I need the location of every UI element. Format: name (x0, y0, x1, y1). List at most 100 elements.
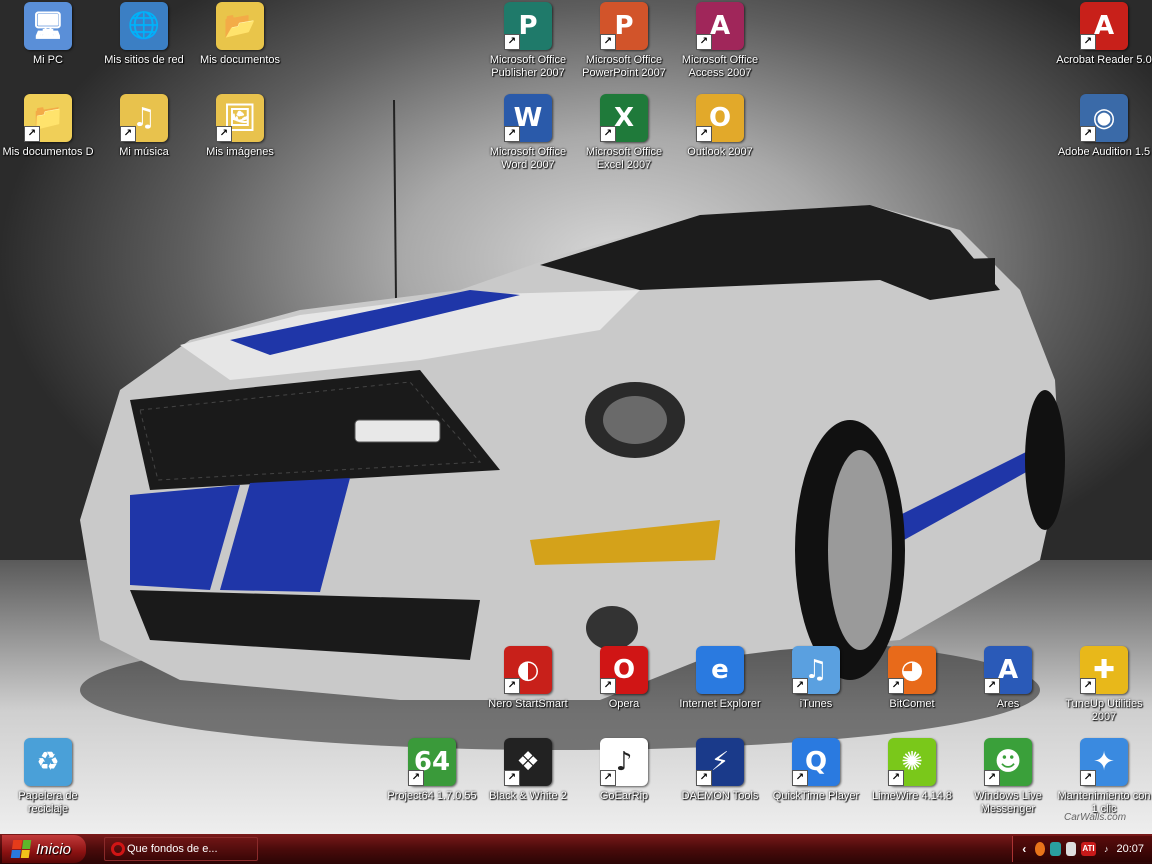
desktop-icon-label: Microsoft Office Publisher 2007 (489, 54, 567, 79)
desktop-icon-acrobat[interactable]: A ↗ Acrobat Reader 5.0 (1056, 2, 1152, 92)
ati-tray-icon[interactable]: ATI (1081, 842, 1096, 856)
windows-logo-icon (10, 840, 32, 858)
shortcut-arrow-icon: ↗ (888, 678, 904, 694)
clock[interactable]: 20:07 (1117, 843, 1145, 855)
desktop-icon-folder[interactable]: 📁 ↗ Mis documentos D (0, 94, 96, 184)
desktop-icon-publisher[interactable]: P ↗ Microsoft Office Publisher 2007 (480, 2, 576, 92)
shortcut-arrow-icon: ↗ (1080, 770, 1096, 786)
desktop-icon-label: TuneUp Utilities 2007 (1065, 698, 1143, 723)
desktop-icon-label: LimeWire 4.14.8 (871, 790, 953, 802)
desktop-icon-music-folder[interactable]: ♫ ↗ Mi música (96, 94, 192, 184)
desktop-icon-itunes[interactable]: ♫ ↗ iTunes (768, 646, 864, 736)
shortcut-arrow-icon: ↗ (792, 770, 808, 786)
desktop-icon-label: Project64 1.7.0.55 (387, 790, 477, 802)
desktop-icon-label: Mis documentos D (2, 146, 94, 158)
desktop-icon-daemon-tools[interactable]: ⚡ ↗ DAEMON Tools (672, 738, 768, 828)
audition-icon: ◉ ↗ (1080, 94, 1128, 142)
maintenance-icon: ✦ ↗ (1080, 738, 1128, 786)
music-folder-icon: ♫ ↗ (120, 94, 168, 142)
desktop-icon-nero[interactable]: ◐ ↗ Nero StartSmart (480, 646, 576, 736)
desktop-icon-quicktime[interactable]: Q ↗ QuickTime Player (768, 738, 864, 828)
opera-icon (111, 842, 125, 856)
shortcut-arrow-icon: ↗ (696, 34, 712, 50)
network-places-icon: 🌐 (120, 2, 168, 50)
start-button-label: Inicio (36, 840, 72, 858)
desktop-icon-bitcomet[interactable]: ◕ ↗ BitComet (864, 646, 960, 736)
desktop-icon-computer[interactable]: 🖥 Mi PC (0, 2, 96, 92)
network-tray-icon[interactable] (1065, 842, 1076, 856)
shortcut-arrow-icon: ↗ (504, 770, 520, 786)
shortcut-arrow-icon: ↗ (408, 770, 424, 786)
desktop-icon-label: Microsoft Office Excel 2007 (585, 146, 663, 171)
taskbar-window-label: Que fondos de e... (127, 843, 218, 855)
limewire-icon: ✺ ↗ (888, 738, 936, 786)
start-button[interactable]: Inicio (2, 835, 86, 863)
desktop-icon-messenger[interactable]: ☻ ↗ Windows Live Messenger (960, 738, 1056, 828)
shortcut-arrow-icon: ↗ (216, 126, 232, 142)
shortcut-arrow-icon: ↗ (504, 34, 520, 50)
shortcut-arrow-icon: ↗ (984, 678, 1000, 694)
desktop-icon-network-places[interactable]: 🌐 Mis sitios de red (96, 2, 192, 92)
recycle-bin-icon: ♻ (24, 738, 72, 786)
quicktime-icon: Q ↗ (792, 738, 840, 786)
shortcut-arrow-icon: ↗ (792, 678, 808, 694)
desktop-icon-excel[interactable]: X ↗ Microsoft Office Excel 2007 (576, 94, 672, 184)
desktop-icon-outlook[interactable]: O ↗ Outlook 2007 (672, 94, 768, 184)
powerpoint-icon: P ↗ (600, 2, 648, 50)
desktop-icon-internet-explorer[interactable]: e Internet Explorer (672, 646, 768, 736)
security-tray-icon[interactable] (1050, 842, 1061, 856)
desktop-icon-label: DAEMON Tools (681, 790, 759, 802)
folder-icon: 📁 ↗ (24, 94, 72, 142)
desktop-icon-opera[interactable]: O ↗ Opera (576, 646, 672, 736)
desktop-icon-tuneup[interactable]: ✚ ↗ TuneUp Utilities 2007 (1056, 646, 1152, 736)
shortcut-arrow-icon: ↗ (24, 126, 40, 142)
system-tray: ‹ ATI ♪ 20:07 (1012, 836, 1152, 862)
chevron-left-icon[interactable]: ‹ (1019, 842, 1030, 856)
shortcut-arrow-icon: ↗ (120, 126, 136, 142)
volume-icon[interactable]: ♪ (1101, 842, 1112, 856)
desktop-icon-label: Microsoft Office PowerPoint 2007 (582, 54, 666, 79)
taskbar-window-button[interactable]: Que fondos de e... (104, 837, 258, 861)
desktop-icon-label: Mi música (119, 146, 169, 158)
desktop-icon-label: Mis sitios de red (104, 54, 184, 66)
desktop-icon-my-documents[interactable]: 📂 Mis documentos (192, 2, 288, 92)
shortcut-arrow-icon: ↗ (696, 770, 712, 786)
ares-icon: A ↗ (984, 646, 1032, 694)
desktop-icon-black-white-2[interactable]: ❖ ↗ Black & White 2 (480, 738, 576, 828)
itunes-icon: ♫ ↗ (792, 646, 840, 694)
bitcomet-icon: ◕ ↗ (888, 646, 936, 694)
firefox-tray-icon[interactable] (1034, 842, 1045, 856)
desktop-icon-label: Ares (996, 698, 1020, 710)
desktop-icon-label: iTunes (799, 698, 833, 710)
desktop-icon-ares[interactable]: A ↗ Ares (960, 646, 1056, 736)
shortcut-arrow-icon: ↗ (1080, 34, 1096, 50)
desktop-icon-label: Acrobat Reader 5.0 (1056, 54, 1152, 66)
excel-icon: X ↗ (600, 94, 648, 142)
wallpaper-watermark: CarWalls.com (1064, 812, 1127, 823)
desktop-icon-label: Microsoft Office Access 2007 (681, 54, 759, 79)
desktop-icon-access[interactable]: A ↗ Microsoft Office Access 2007 (672, 2, 768, 92)
acrobat-icon: A ↗ (1080, 2, 1128, 50)
shortcut-arrow-icon: ↗ (504, 678, 520, 694)
opera-icon: O ↗ (600, 646, 648, 694)
desktop-icon-limewire[interactable]: ✺ ↗ LimeWire 4.14.8 (864, 738, 960, 828)
word-icon: W ↗ (504, 94, 552, 142)
desktop-icon-label: Microsoft Office Word 2007 (489, 146, 567, 171)
computer-icon: 🖥 (24, 2, 72, 50)
desktop-icon-goearrip[interactable]: ♪ ↗ GoEarRip (576, 738, 672, 828)
desktop-icon-pictures-folder[interactable]: 🖼 ↗ Mis imágenes (192, 94, 288, 184)
outlook-icon: O ↗ (696, 94, 744, 142)
desktop-icon-audition[interactable]: ◉ ↗ Adobe Audition 1.5 (1056, 94, 1152, 184)
shortcut-arrow-icon: ↗ (984, 770, 1000, 786)
desktop-icon-powerpoint[interactable]: P ↗ Microsoft Office PowerPoint 2007 (576, 2, 672, 92)
desktop-icon-project64[interactable]: 64 ↗ Project64 1.7.0.55 (384, 738, 480, 828)
desktop-icon-label: GoEarRip (599, 790, 649, 802)
desktop-icon-recycle-bin[interactable]: ♻ Papelera de reciclaje (0, 738, 96, 828)
desktop-icon-word[interactable]: W ↗ Microsoft Office Word 2007 (480, 94, 576, 184)
shortcut-arrow-icon: ↗ (600, 678, 616, 694)
pictures-folder-icon: 🖼 ↗ (216, 94, 264, 142)
publisher-icon: P ↗ (504, 2, 552, 50)
nero-icon: ◐ ↗ (504, 646, 552, 694)
messenger-icon: ☻ ↗ (984, 738, 1032, 786)
project64-icon: 64 ↗ (408, 738, 456, 786)
